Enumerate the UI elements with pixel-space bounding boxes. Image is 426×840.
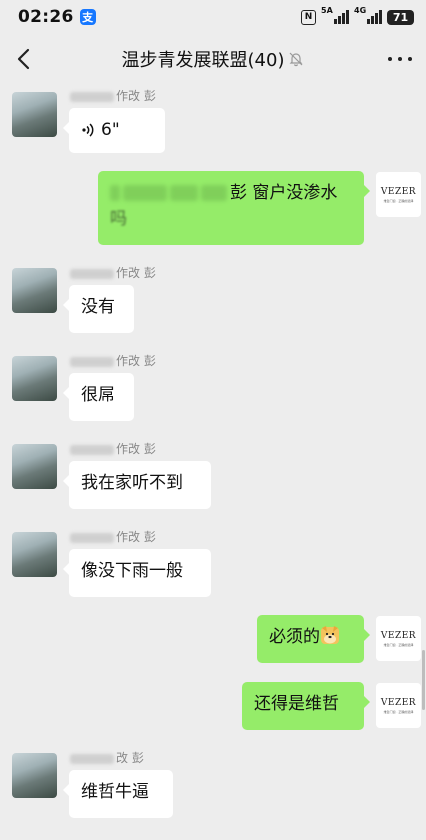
chat-title-group[interactable]: 温步青发展联盟(40) xyxy=(122,46,305,72)
status-bar: 02:26 支 N 5A 4G 71 xyxy=(0,0,426,34)
sender-avatar[interactable] xyxy=(12,268,57,313)
back-arrow-icon[interactable] xyxy=(16,48,30,70)
doge-emoji-icon xyxy=(321,626,339,644)
battery-icon: 71 xyxy=(387,9,414,25)
sender-nickname: 作改 彭 xyxy=(70,528,156,545)
sender-avatar[interactable] xyxy=(12,753,57,798)
sender-avatar[interactable] xyxy=(12,92,57,137)
alipay-icon: 支 xyxy=(79,9,96,25)
brand-logo-text: VEZER xyxy=(380,186,417,197)
brand-logo-text: VEZER xyxy=(380,697,417,708)
signal-4g-label: 4G xyxy=(354,6,367,15)
message-bubble[interactable]: 很屌 xyxy=(63,373,134,421)
status-indicators: N 5A 4G 71 xyxy=(301,6,414,25)
brand-tagline: 维哲门窗 · 正确的选择 xyxy=(383,642,414,647)
signal-5a-label: 5A xyxy=(321,6,333,15)
nfc-icon: N xyxy=(301,9,316,25)
message-bubble[interactable]: 必须的 xyxy=(257,615,370,663)
more-dots-icon[interactable] xyxy=(388,48,412,70)
sender-nickname: 作改 彭 xyxy=(70,440,156,457)
message-text: 必须的 xyxy=(269,627,320,647)
self-avatar[interactable]: VEZER 维哲门窗 · 正确的选择 xyxy=(376,616,421,661)
scrollbar[interactable] xyxy=(422,650,425,710)
message-bubble[interactable]: 还得是维哲 xyxy=(242,682,370,730)
message-text: 没有 xyxy=(81,297,115,317)
message-text: 维哲牛逼 xyxy=(81,782,149,802)
voice-message-bubble[interactable]: 6" xyxy=(63,108,165,153)
signal-5a-icon: 5A xyxy=(321,6,349,24)
brand-tagline: 维哲门窗 · 正确的选择 xyxy=(383,198,414,203)
self-avatar[interactable]: VEZER 维哲门窗 · 正确的选择 xyxy=(376,683,421,728)
sender-avatar[interactable] xyxy=(12,532,57,577)
message-text: 我在家听不到 xyxy=(81,473,183,493)
chat-title: 温步青发展联盟(40) xyxy=(121,50,285,71)
message-bubble[interactable]: 维哲牛逼 xyxy=(63,770,173,818)
chat-header: 温步青发展联盟(40) xyxy=(0,34,426,84)
message-bubble[interactable]: 像没下雨一般 xyxy=(63,549,211,597)
self-avatar[interactable]: VEZER 维哲门窗 · 正确的选择 xyxy=(376,172,421,217)
sender-nickname: 作改 彭 xyxy=(70,87,156,104)
voice-wave-icon xyxy=(82,123,94,137)
message-text-line2: 吗 xyxy=(110,209,127,229)
brand-logo-text: VEZER xyxy=(380,630,417,641)
sender-nickname: 作改 彭 xyxy=(70,352,156,369)
sender-nickname: 改 彭 xyxy=(70,749,144,766)
voice-duration: 6" xyxy=(101,120,120,140)
message-bubble[interactable]: 我在家听不到 xyxy=(63,461,211,509)
message-bubble[interactable]: 彭 窗户没渗水 吗 xyxy=(98,171,370,245)
message-text: 很屌 xyxy=(81,385,115,405)
message-text: 彭 窗户没渗水 xyxy=(230,183,338,203)
message-text: 像没下雨一般 xyxy=(81,561,183,581)
message-text: 还得是维哲 xyxy=(254,694,339,714)
sender-nickname: 作改 彭 xyxy=(70,264,156,281)
mute-bell-icon xyxy=(290,52,303,67)
sender-avatar[interactable] xyxy=(12,356,57,401)
brand-tagline: 维哲门窗 · 正确的选择 xyxy=(383,709,414,714)
status-time: 02:26 xyxy=(18,7,74,27)
signal-4g-icon: 4G xyxy=(354,6,382,24)
sender-avatar[interactable] xyxy=(12,444,57,489)
message-bubble[interactable]: 没有 xyxy=(63,285,134,333)
